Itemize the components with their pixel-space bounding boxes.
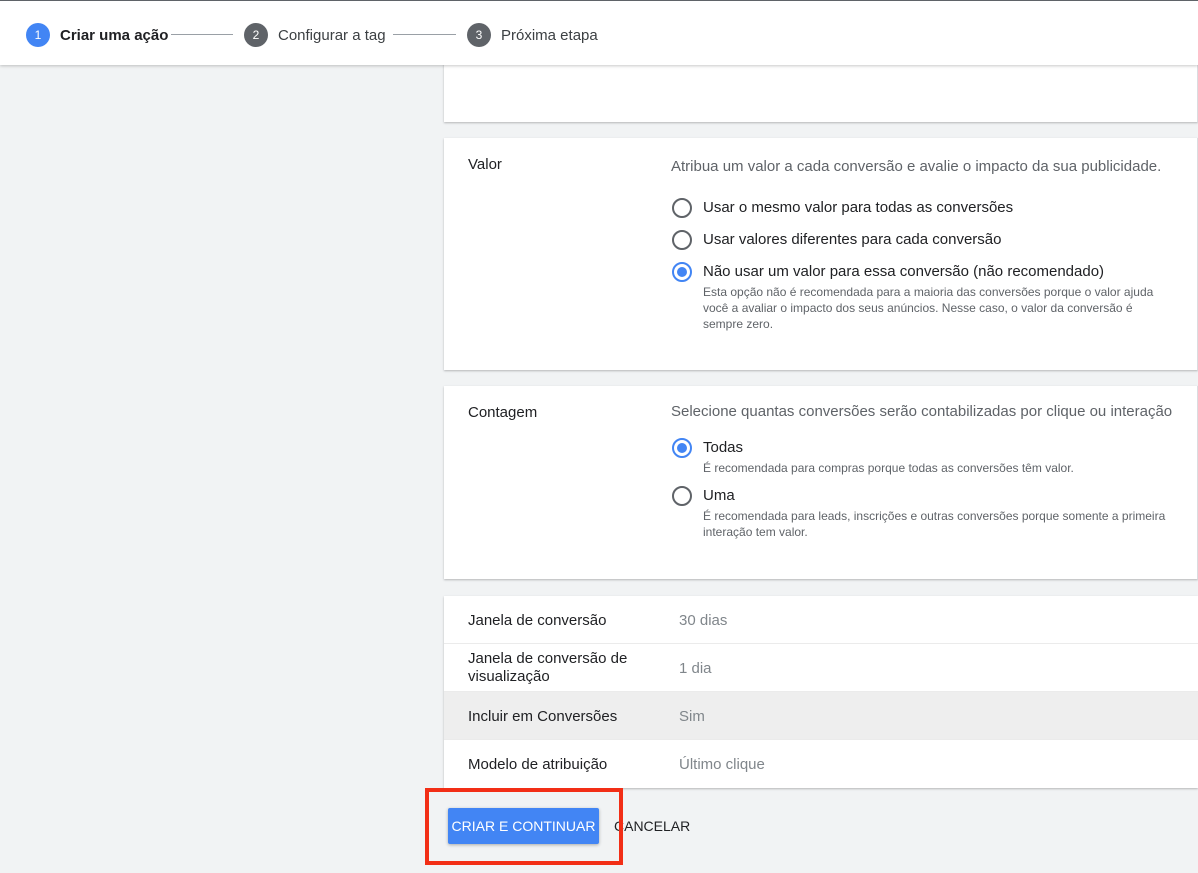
- setting-value: Último clique: [679, 756, 765, 773]
- radio-button[interactable]: [672, 198, 692, 218]
- valor-description: Atribua um valor a cada conversão e aval…: [671, 158, 1162, 175]
- highlight-annotation-box: [425, 788, 623, 865]
- settings-row-modelo[interactable]: Modelo de atribuição Último clique: [444, 740, 1198, 788]
- valor-title: Valor: [468, 156, 502, 173]
- step-label: Próxima etapa: [501, 26, 598, 44]
- settings-row-incluir[interactable]: Incluir em Conversões Sim: [444, 692, 1198, 740]
- setting-value: Sim: [679, 708, 705, 725]
- radio-button[interactable]: [672, 230, 692, 250]
- option-help-text: É recomendada para compras porque todas …: [703, 461, 1074, 475]
- setting-label: Janela de conversão de visualização: [468, 650, 628, 685]
- radio-button[interactable]: [672, 486, 692, 506]
- option-help-text: É recomendada para leads, inscrições e o…: [703, 509, 1166, 539]
- settings-row-janela[interactable]: Janela de conversão 30 dias: [444, 596, 1198, 644]
- option-label: Todas: [703, 439, 744, 456]
- step-1[interactable]: 1 Criar uma ação: [26, 23, 168, 47]
- step-label: Criar uma ação: [60, 26, 169, 44]
- step-2[interactable]: 2 Configurar a tag: [244, 23, 386, 47]
- step-label: Configurar a tag: [278, 26, 386, 44]
- option-help-text: Esta opção não é recomendada para a maio…: [703, 285, 1154, 331]
- contagem-description: Selecione quantas conversões serão conta…: [671, 403, 1173, 420]
- valor-card: Valor Atribua um valor a cada conversão …: [444, 138, 1198, 370]
- contagem-card: Contagem Selecione quantas conversões se…: [444, 386, 1198, 579]
- stepper-header: 1 Criar uma ação 2 Configurar a tag 3 Pr…: [0, 0, 1198, 65]
- setting-label: Modelo de atribuição: [468, 756, 608, 773]
- option-label: Não usar um valor para essa conversão (n…: [703, 263, 1105, 280]
- step-number: 3: [467, 23, 491, 47]
- settings-row-janela-visualizacao[interactable]: Janela de conversão de visualização 1 di…: [444, 644, 1198, 692]
- previous-card: [444, 60, 1198, 122]
- step-3[interactable]: 3 Próxima etapa: [467, 23, 598, 47]
- setting-value: 30 dias: [679, 612, 728, 629]
- setting-value: 1 dia: [679, 660, 712, 677]
- step-number: 1: [26, 23, 50, 47]
- step-number: 2: [244, 23, 268, 47]
- step-connector: [171, 34, 233, 35]
- option-label: Uma: [703, 487, 735, 504]
- option-label: Usar o mesmo valor para todas as convers…: [703, 199, 1014, 216]
- contagem-title: Contagem: [468, 404, 538, 421]
- setting-label: Incluir em Conversões: [468, 708, 618, 725]
- radio-button-selected[interactable]: [672, 262, 692, 282]
- cancel-button[interactable]: CANCELAR: [614, 818, 690, 834]
- radio-button-selected[interactable]: [672, 438, 692, 458]
- settings-table: Janela de conversão 30 dias Janela de co…: [444, 596, 1198, 788]
- setting-label: Janela de conversão: [468, 612, 607, 629]
- step-connector: [393, 34, 456, 35]
- option-label: Usar valores diferentes para cada conver…: [703, 231, 1002, 248]
